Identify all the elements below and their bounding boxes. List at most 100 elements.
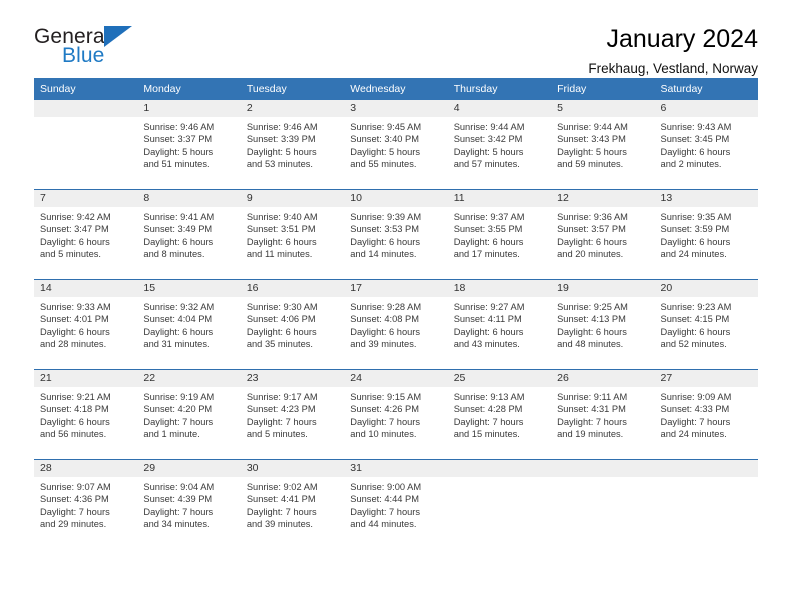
day-detail-line: Daylight: 7 hours xyxy=(246,416,317,427)
day-number xyxy=(447,460,552,477)
calendar-day-cell[interactable]: 19 Sunrise: 9:25 AM Sunset: 4:13 PM Dayligh… xyxy=(551,280,655,369)
calendar-day-cell[interactable]: 23 Sunrise: 9:17 AM Sunset: 4:23 PM Dayligh… xyxy=(240,370,345,459)
day-details xyxy=(655,477,758,481)
day-number: 19 xyxy=(551,280,655,297)
calendar-day-cell[interactable]: 8 Sunrise: 9:41 AM Sunset: 3:49 PM Daylight… xyxy=(137,190,241,279)
day-detail-line: and 5 minutes. xyxy=(246,429,308,440)
calendar-empty-cell xyxy=(447,460,552,549)
day-number: 26 xyxy=(551,370,655,387)
calendar-day-cell[interactable]: 31 Sunrise: 9:00 AM Sunset: 4:44 PM Dayligh… xyxy=(344,460,448,549)
title-block: January 2024 Frekhaug, Vestland, Norway xyxy=(588,26,758,77)
day-number: 2 xyxy=(240,100,345,117)
calendar-day-cell[interactable]: 26 Sunrise: 9:11 AM Sunset: 4:31 PM Dayligh… xyxy=(551,370,655,459)
logo-triangle-icon xyxy=(104,26,132,47)
calendar-day-cell[interactable]: 4 Sunrise: 9:44 AM Sunset: 3:42 PM Daylight… xyxy=(447,100,552,189)
calendar-day-cell[interactable]: 15 Sunrise: 9:32 AM Sunset: 4:04 PM Dayligh… xyxy=(137,280,241,369)
day-detail-line: Sunrise: 9:25 AM xyxy=(557,302,628,312)
day-details: Sunrise: 9:30 AM Sunset: 4:06 PM Daylight:… xyxy=(241,297,344,351)
day-details: Sunrise: 9:39 AM Sunset: 3:53 PM Daylight:… xyxy=(344,207,447,261)
day-detail-line: and 52 minutes. xyxy=(660,339,727,350)
calendar-day-cell[interactable]: 13 Sunrise: 9:35 AM Sunset: 3:59 PM Dayligh… xyxy=(654,190,758,279)
calendar-day-cell[interactable]: 12 Sunrise: 9:36 AM Sunset: 3:57 PM Dayligh… xyxy=(551,190,655,279)
calendar-day-cell[interactable]: 6 Sunrise: 9:43 AM Sunset: 3:45 PM Daylight… xyxy=(654,100,758,189)
day-details: Sunrise: 9:45 AM Sunset: 3:40 PM Daylight:… xyxy=(344,117,447,171)
day-details: Sunrise: 9:21 AM Sunset: 4:18 PM Daylight:… xyxy=(34,387,137,441)
day-detail-line: Daylight: 6 hours xyxy=(40,326,110,337)
calendar-day-cell[interactable]: 2 Sunrise: 9:46 AM Sunset: 3:39 PM Daylight… xyxy=(240,100,345,189)
calendar-day-cell[interactable]: 14 Sunrise: 9:33 AM Sunset: 4:01 PM Dayligh… xyxy=(34,280,138,369)
day-detail-line: Sunrise: 9:37 AM xyxy=(453,212,525,222)
day-detail-line: and 31 minutes. xyxy=(143,339,210,350)
day-details: Sunrise: 9:25 AM Sunset: 4:13 PM Daylight:… xyxy=(551,297,654,351)
day-detail-line: Sunrise: 9:19 AM xyxy=(143,392,215,402)
day-number: 13 xyxy=(654,190,758,207)
day-number: 12 xyxy=(551,190,655,207)
day-detail-line: Daylight: 7 hours xyxy=(350,506,421,517)
calendar-day-cell[interactable]: 25 Sunrise: 9:13 AM Sunset: 4:28 PM Dayligh… xyxy=(447,370,552,459)
calendar-day-cell[interactable]: 24 Sunrise: 9:15 AM Sunset: 4:26 PM Dayligh… xyxy=(344,370,448,459)
day-detail-line: Sunset: 4:39 PM xyxy=(143,494,213,505)
day-detail-line: Sunset: 4:28 PM xyxy=(453,404,523,415)
weekday-header-tuesday: Tuesday xyxy=(240,78,345,100)
day-detail-line: Sunset: 4:26 PM xyxy=(350,404,419,415)
day-details: Sunrise: 9:02 AM Sunset: 4:41 PM Daylight:… xyxy=(241,477,344,531)
calendar-day-cell[interactable]: 9 Sunrise: 9:40 AM Sunset: 3:51 PM Daylight… xyxy=(240,190,345,279)
calendar-day-cell[interactable]: 30 Sunrise: 9:02 AM Sunset: 4:41 PM Dayligh… xyxy=(240,460,345,549)
day-detail-line: Sunset: 3:40 PM xyxy=(350,134,419,145)
day-details: Sunrise: 9:37 AM Sunset: 3:55 PM Daylight:… xyxy=(448,207,551,261)
day-detail-line: Daylight: 6 hours xyxy=(660,326,731,337)
day-detail-line: Sunrise: 9:11 AM xyxy=(557,392,628,402)
calendar-day-cell[interactable]: 18 Sunrise: 9:27 AM Sunset: 4:11 PM Dayligh… xyxy=(447,280,552,369)
calendar-day-cell[interactable]: 5 Sunrise: 9:44 AM Sunset: 3:43 PM Daylight… xyxy=(551,100,655,189)
calendar-day-cell[interactable]: 1 Sunrise: 9:46 AM Sunset: 3:37 PM Daylight… xyxy=(137,100,241,189)
day-detail-line: Sunset: 4:08 PM xyxy=(350,314,419,325)
day-detail-line: Sunset: 3:37 PM xyxy=(143,134,213,145)
day-detail-line: Sunrise: 9:44 AM xyxy=(453,122,525,132)
day-number: 18 xyxy=(447,280,552,297)
day-number: 27 xyxy=(654,370,758,387)
day-detail-line: Daylight: 6 hours xyxy=(350,326,421,337)
day-detail-line: Sunrise: 9:27 AM xyxy=(453,302,525,312)
day-number: 8 xyxy=(137,190,241,207)
calendar-day-cell[interactable]: 28 Sunrise: 9:07 AM Sunset: 4:36 PM Dayligh… xyxy=(34,460,138,549)
day-number: 7 xyxy=(34,190,138,207)
day-detail-line: and 10 minutes. xyxy=(350,429,417,440)
day-details: Sunrise: 9:04 AM Sunset: 4:39 PM Daylight:… xyxy=(137,477,240,531)
day-detail-line: Sunset: 4:11 PM xyxy=(453,314,522,325)
calendar-day-cell[interactable]: 7 Sunrise: 9:42 AM Sunset: 3:47 PM Daylight… xyxy=(34,190,138,279)
calendar-day-cell[interactable]: 21 Sunrise: 9:21 AM Sunset: 4:18 PM Dayligh… xyxy=(34,370,138,459)
day-detail-line: Daylight: 6 hours xyxy=(453,326,524,337)
day-details: Sunrise: 9:28 AM Sunset: 4:08 PM Daylight:… xyxy=(344,297,447,351)
weekday-header-sunday: Sunday xyxy=(34,78,138,100)
day-detail-line: Sunset: 4:06 PM xyxy=(246,314,316,325)
calendar-day-cell[interactable]: 27 Sunrise: 9:09 AM Sunset: 4:33 PM Dayligh… xyxy=(654,370,758,459)
calendar-day-cell[interactable]: 10 Sunrise: 9:39 AM Sunset: 3:53 PM Dayligh… xyxy=(344,190,448,279)
day-details xyxy=(448,477,551,481)
day-detail-line: Sunrise: 9:43 AM xyxy=(660,122,732,132)
day-details: Sunrise: 9:11 AM Sunset: 4:31 PM Daylight:… xyxy=(551,387,654,441)
day-number: 22 xyxy=(137,370,241,387)
day-number: 15 xyxy=(137,280,241,297)
day-detail-line: Daylight: 6 hours xyxy=(660,236,731,247)
day-detail-line: Sunset: 3:55 PM xyxy=(453,224,523,235)
calendar-day-cell[interactable]: 17 Sunrise: 9:28 AM Sunset: 4:08 PM Dayligh… xyxy=(344,280,448,369)
day-detail-line: Sunrise: 9:00 AM xyxy=(350,482,422,492)
day-detail-line: and 2 minutes. xyxy=(660,159,722,170)
calendar-day-cell[interactable]: 3 Sunrise: 9:45 AM Sunset: 3:40 PM Daylight… xyxy=(344,100,448,189)
calendar-day-cell[interactable]: 11 Sunrise: 9:37 AM Sunset: 3:55 PM Dayligh… xyxy=(447,190,552,279)
calendar-day-cell[interactable]: 29 Sunrise: 9:04 AM Sunset: 4:39 PM Dayligh… xyxy=(137,460,241,549)
day-detail-line: Daylight: 6 hours xyxy=(143,326,214,337)
calendar-empty-cell xyxy=(551,460,655,549)
day-detail-line: Daylight: 6 hours xyxy=(453,236,524,247)
day-detail-line: Daylight: 5 hours xyxy=(143,146,214,157)
day-detail-line: Daylight: 7 hours xyxy=(40,506,110,517)
day-details: Sunrise: 9:42 AM Sunset: 3:47 PM Daylight:… xyxy=(34,207,137,261)
calendar-day-cell[interactable]: 20 Sunrise: 9:23 AM Sunset: 4:15 PM Dayligh… xyxy=(654,280,758,369)
calendar-day-cell[interactable]: 22 Sunrise: 9:19 AM Sunset: 4:20 PM Dayligh… xyxy=(137,370,241,459)
day-detail-line: Sunset: 3:45 PM xyxy=(660,134,730,145)
day-detail-line: and 55 minutes. xyxy=(350,159,417,170)
day-number: 17 xyxy=(344,280,448,297)
day-detail-line: and 24 minutes. xyxy=(660,249,727,260)
day-details: Sunrise: 9:00 AM Sunset: 4:44 PM Daylight:… xyxy=(344,477,447,531)
calendar-day-cell[interactable]: 16 Sunrise: 9:30 AM Sunset: 4:06 PM Dayligh… xyxy=(240,280,345,369)
